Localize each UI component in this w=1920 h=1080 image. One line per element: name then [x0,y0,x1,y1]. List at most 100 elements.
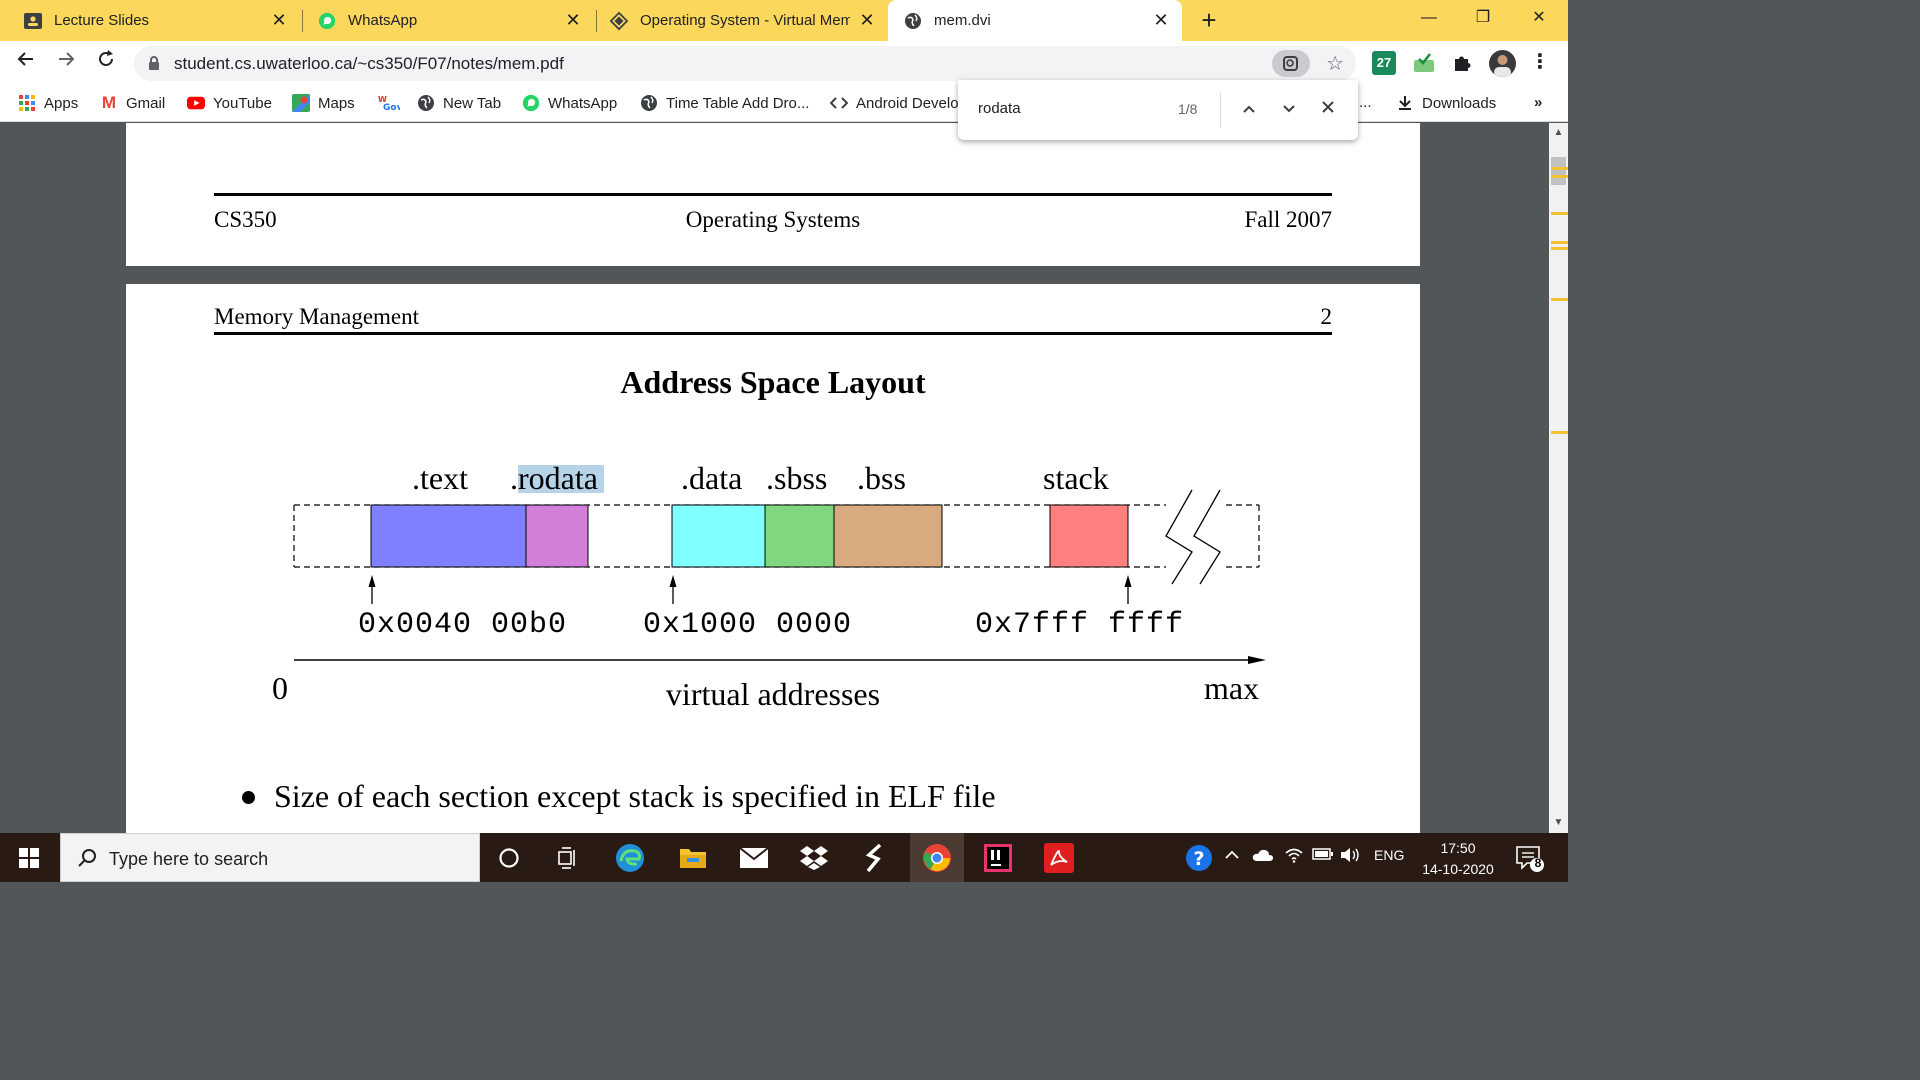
gmail-icon: M [101,93,117,112]
dropbox-icon[interactable] [797,841,831,875]
tab-lecture-slides[interactable]: Lecture Slides ✕ [0,0,300,41]
minimize-button[interactable]: — [1404,4,1454,34]
volume-icon[interactable] [1340,847,1362,866]
bullet-point [242,791,255,804]
scroll-up-arrow[interactable]: ▲ [1549,125,1568,141]
back-button[interactable] [12,49,40,77]
address-arrow-head [1124,575,1132,587]
bookmark-youtube[interactable]: YouTube [187,94,272,112]
battery-icon[interactable] [1312,847,1334,864]
page-header-center: Operating Systems [685,207,861,232]
bookmark-apps[interactable]: Apps [18,94,78,112]
taskbar-search-box[interactable]: Type here to search [60,833,480,882]
forward-button[interactable] [52,49,80,77]
close-window-button[interactable]: ✕ [1514,4,1564,34]
notification-center-icon[interactable]: 8 [1512,841,1546,875]
taskbar-search-placeholder: Type here to search [109,849,269,869]
divider [1220,92,1221,128]
section-label-rodata: .rodata [510,460,598,496]
pdf-viewer[interactable]: CS350 Operating Systems Fall 2007 Memory… [0,123,1549,833]
menu-kebab-icon[interactable]: ⋮ [1528,51,1552,75]
scrollbar-thumb[interactable] [1551,157,1566,185]
bookmark-label: Maps [318,94,355,112]
avatar[interactable] [1489,50,1516,77]
mail-icon[interactable] [737,841,771,875]
find-result-marker [1551,241,1568,244]
bookmark-label: WhatsApp [548,94,618,112]
axis-break-line [1165,489,1193,585]
close-icon[interactable]: ✕ [270,11,288,29]
close-icon[interactable]: ✕ [1152,11,1170,29]
calendar-extension-icon[interactable]: 27 [1372,51,1396,75]
tab-mem-dvi[interactable]: mem.dvi ✕ [888,0,1182,41]
close-icon [1322,101,1334,113]
edge-browser-icon[interactable] [613,841,647,875]
bookmark-maps[interactable]: Maps [292,94,355,112]
intellij-idea-icon[interactable] [981,841,1015,875]
address-arrow-head [669,575,677,587]
onedrive-icon[interactable] [1252,847,1274,866]
help-icon[interactable]: ? [1182,841,1216,875]
cortana-icon[interactable] [492,841,526,875]
address-label: 0x7fff ffff [975,608,1185,642]
find-next-button[interactable] [1278,98,1300,120]
scroll-down-arrow[interactable]: ▼ [1549,815,1568,831]
bookmark-new-tab[interactable]: New Tab [417,94,501,112]
find-input[interactable] [978,100,1138,117]
restore-button[interactable]: ❐ [1458,4,1508,34]
tab-operating-system[interactable]: Operating System - Virtual Mem ✕ [586,0,888,41]
axis-end-label: max [1204,670,1260,706]
gov-site-icon: W Gov [378,94,400,112]
url-text: student.cs.uwaterloo.ca/~cs350/F07/notes… [174,54,564,73]
tab-whatsapp[interactable]: WhatsApp ✕ [294,0,594,41]
find-result-marker [1551,167,1568,170]
file-explorer-icon[interactable] [676,841,710,875]
address-arrow-head [368,575,376,587]
acrobat-reader-icon[interactable] [1042,841,1076,875]
bookmark-label: Apps [44,94,79,112]
download-icon [1396,94,1414,112]
vertical-scrollbar[interactable]: ▲ ▼ [1549,123,1568,833]
bookmark-downloads[interactable]: Downloads [1396,94,1496,112]
chevron-up-icon[interactable] [1224,847,1240,866]
section-rodata-block [525,504,589,568]
zoom-icon[interactable] [1272,50,1310,77]
bookmark-gov[interactable]: W Gov [378,94,408,112]
address-bar[interactable]: student.cs.uwaterloo.ca/~cs350/F07/notes… [134,46,1356,81]
bookmark-star-icon[interactable]: ☆ [1326,51,1344,76]
bookmark-label: Android Develo [856,94,959,112]
start-button[interactable] [0,833,58,882]
find-previous-button[interactable] [1238,98,1260,120]
new-tab-button[interactable]: + [1196,7,1222,34]
close-icon[interactable]: ✕ [564,11,582,29]
bookmarks-overflow-button[interactable]: » [1534,94,1542,111]
globe-icon [417,94,435,112]
maps-icon [292,94,310,112]
bookmark-truncated[interactable]: ... [1359,94,1372,111]
whatsapp-icon [318,12,336,30]
address-label: 0x0040 00b0 [358,608,568,642]
bookmark-whatsapp[interactable]: WhatsApp [522,94,617,112]
bookmark-time-table[interactable]: Time Table Add Dro... [640,94,809,112]
language-indicator[interactable]: ENG [1374,847,1404,863]
extension-check-icon[interactable] [1412,51,1436,75]
close-icon[interactable]: ✕ [858,11,876,29]
reload-button[interactable] [92,49,120,77]
chrome-icon[interactable] [920,841,954,875]
address-label: 0x1000 0000 [643,608,853,642]
wifi-icon[interactable] [1284,847,1304,866]
sublime-text-icon[interactable] [858,841,892,875]
tab-label: Lecture Slides [54,12,150,29]
task-view-icon[interactable] [551,841,585,875]
puzzle-icon[interactable] [1450,51,1474,75]
code-brackets-icon [830,94,848,112]
reload-icon [99,50,113,66]
find-close-button[interactable] [1317,98,1339,120]
bookmark-android-developers[interactable]: Android Develo [830,94,959,112]
notification-count-badge: 8 [1534,856,1542,870]
bookmark-gmail[interactable]: M Gmail [100,93,165,112]
address-axis-arrowhead [1248,656,1266,664]
system-clock[interactable]: 17:50 14-10-2020 [1410,838,1506,880]
bookmark-label: Downloads [1422,94,1497,112]
section-label-data: .data [681,460,743,496]
